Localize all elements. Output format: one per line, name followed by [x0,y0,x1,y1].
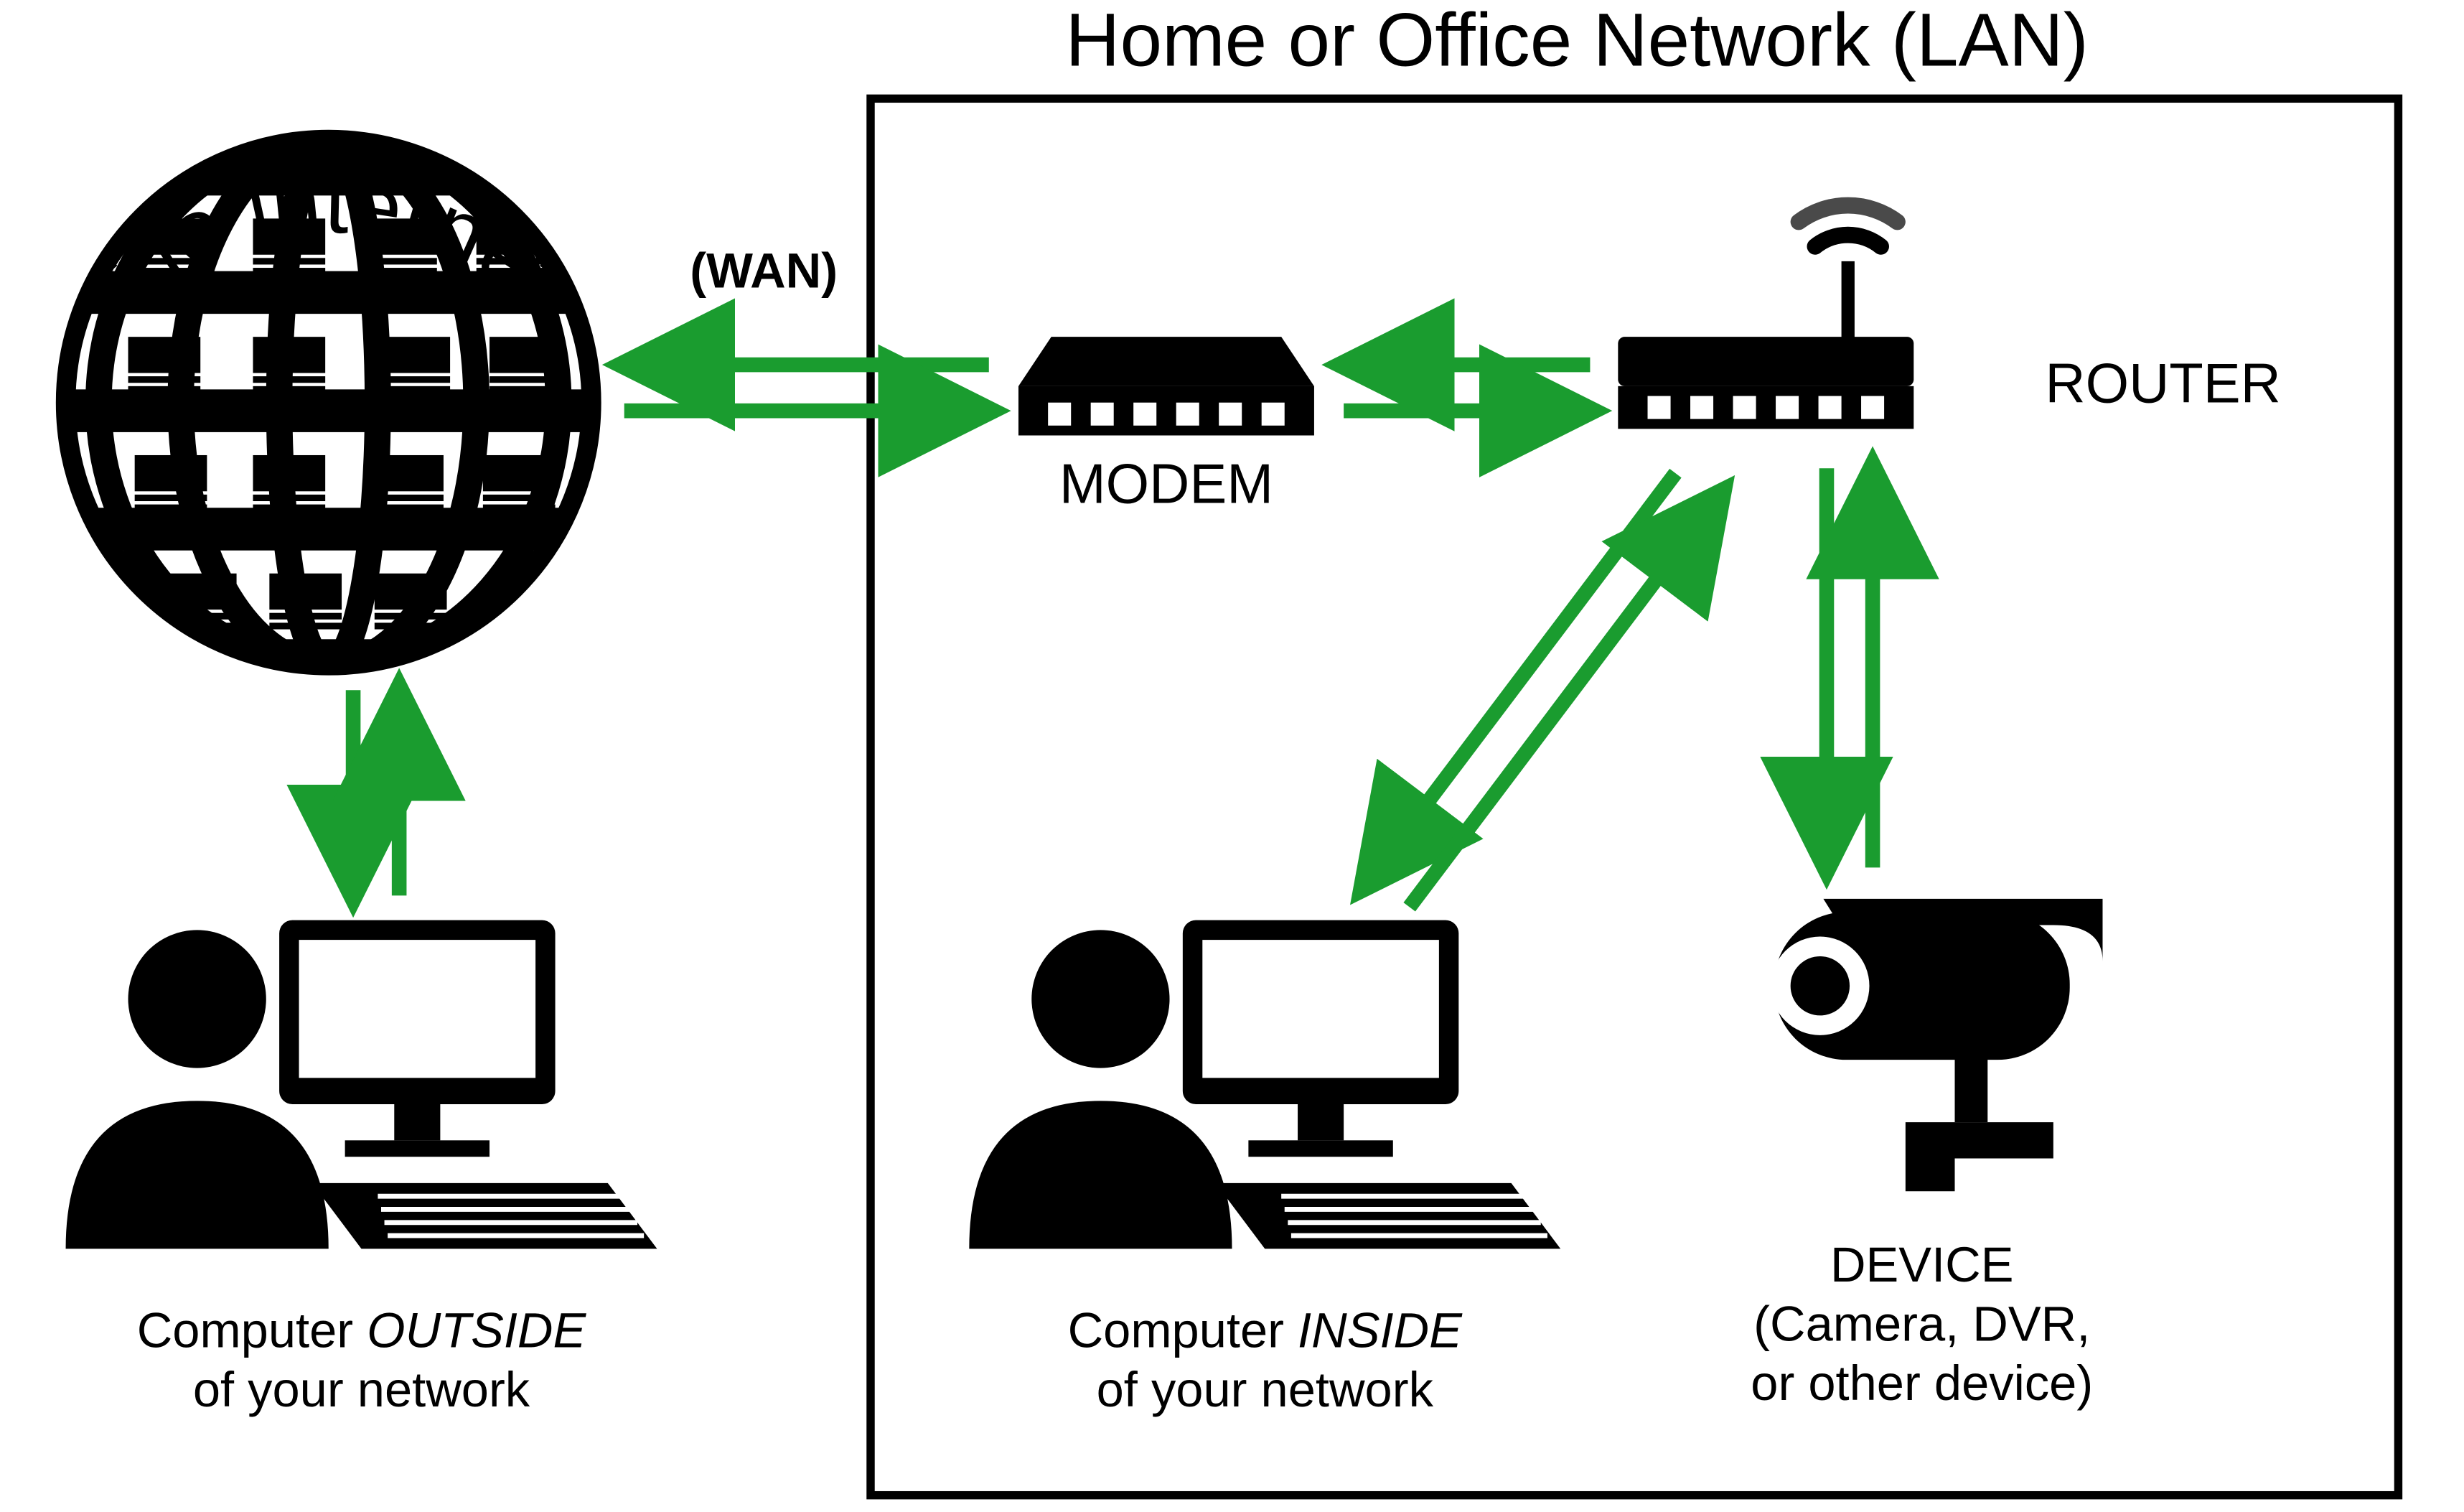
svg-text:Computer OUTSIDE: Computer OUTSIDE [137,1303,587,1358]
modem-icon [1018,337,1314,435]
wan-label: (WAN) [690,243,838,299]
computer-inside-icon [969,920,1560,1249]
device-label: DEVICE (Camera, DVR, or other device) [1751,1237,2093,1411]
svg-text:DEVICE: DEVICE [1830,1237,2014,1292]
router-icon [1618,205,1913,429]
network-diagram: Home or Office Network (LAN) [0,0,2464,1512]
svg-text:Computer INSIDE: Computer INSIDE [1068,1303,1463,1358]
svg-text:of your network: of your network [1097,1362,1434,1417]
lan-title: Home or Office Network (LAN) [1065,0,2088,83]
modem-label: MODEM [1059,453,1273,515]
computer-outside-icon [66,920,657,1249]
svg-text:of your network: of your network [193,1362,530,1417]
computer-outside-label: Computer OUTSIDE of your network [137,1303,587,1417]
camera-icon [1771,899,2102,1191]
svg-text:or other device): or other device) [1751,1355,2093,1411]
computer-inside-label: Computer INSIDE of your network [1068,1303,1463,1417]
router-label: ROUTER [2045,353,2280,415]
lan-box [871,98,2398,1495]
svg-text:(Camera, DVR,: (Camera, DVR, [1753,1297,2090,1352]
